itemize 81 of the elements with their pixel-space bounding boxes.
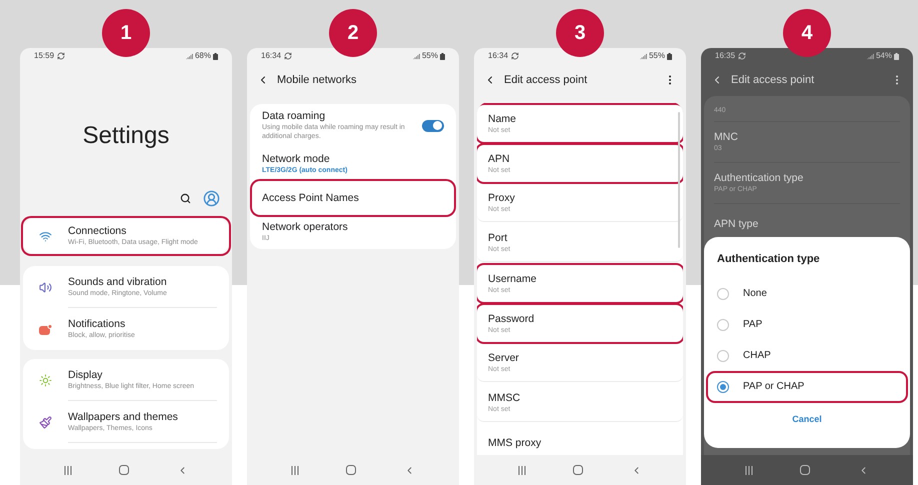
item-title: Data roaming [262,110,326,123]
screen-title: Edit access point [504,72,588,88]
option-label: CHAP [743,349,771,363]
speaker-icon [39,280,52,294]
radio-button[interactable] [717,350,729,362]
option-label: PAP [743,318,762,332]
home-icon[interactable] [119,465,130,475]
option-label: PAP or CHAP [743,380,804,394]
item-title: Access Point Names [262,192,360,204]
step-number-badge: 2 [329,9,377,57]
sync-icon [284,52,292,60]
home-icon[interactable] [800,465,810,475]
battery-level: 55% [648,50,665,62]
item-title: Connections [68,225,128,238]
item-title: MMS proxy [488,436,542,450]
step-number-badge: 3 [556,9,604,57]
status-time: 16:35 [715,50,736,62]
item-title: Authentication type [714,172,804,185]
radio-button[interactable] [717,380,729,392]
battery-icon [213,52,218,60]
settings-heading: Settings [82,121,170,150]
radio-option[interactable]: None [708,280,906,308]
recent-apps-icon[interactable] [744,466,753,474]
item-title: MMSC [488,392,522,405]
item-title: Display [68,368,104,382]
signal-icon [412,52,420,60]
screen-title: Edit access point [731,72,816,88]
battery-icon [440,52,445,60]
item-title: Sounds and vibration [68,276,168,288]
item-title: Server [488,352,520,365]
search-icon[interactable] [180,192,191,204]
wifi-icon [39,230,52,242]
battery-icon [667,52,672,60]
recent-apps-icon[interactable] [518,466,526,474]
status-time: 16:34 [488,50,508,62]
profile-avatar-icon[interactable] [203,190,220,206]
screen-title: Mobile networks [277,72,358,88]
item-title: APN type [714,218,760,230]
recent-apps-icon[interactable] [290,466,299,474]
item-title: Network operators [262,221,349,234]
battery-level: 55% [422,50,438,62]
item-title: Username [488,272,538,286]
sun-icon [39,374,52,386]
item-title: Name [488,112,518,126]
recent-apps-icon[interactable] [64,466,72,474]
scrollbar[interactable] [678,112,680,248]
status-time: 16:34 [261,50,282,62]
step-number-badge: 1 [102,9,150,57]
item-title: Proxy [488,192,516,205]
signal-icon [186,52,193,60]
radio-option[interactable]: CHAP [708,342,906,370]
sync-icon [511,52,520,60]
dialog-title: Authentication type [716,252,821,267]
item-title: Password [488,312,536,326]
item-title: Notifications [68,318,126,331]
settings-item[interactable]: Access Point Names [252,181,454,215]
item-title: Wallpapers and themes [68,410,179,424]
item-title: Port [488,232,508,245]
status-time: 15:59 [34,50,54,62]
battery-icon [894,52,899,60]
home-icon[interactable] [346,465,356,475]
sync-icon [738,52,746,60]
step-number-badge: 4 [783,9,831,57]
cancel-button[interactable]: Cancel [786,410,828,428]
option-label: None [743,287,767,301]
radio-button[interactable] [717,288,729,300]
signal-icon [866,52,874,60]
home-icon[interactable] [573,465,584,475]
radio-option[interactable]: PAP [708,310,906,338]
signal-icon [640,52,647,60]
paintbrush-icon [39,416,52,428]
item-title: Network mode [262,153,331,166]
battery-level: 54% [876,50,892,62]
item-title: MNC [714,131,739,144]
toggle-switch[interactable] [422,120,444,132]
item-title: APN [488,152,511,166]
notification-icon [39,324,52,334]
radio-option[interactable]: PAP or CHAP [708,372,906,400]
radio-button[interactable] [717,318,729,330]
sync-icon [57,52,66,60]
battery-level: 68% [194,50,211,62]
